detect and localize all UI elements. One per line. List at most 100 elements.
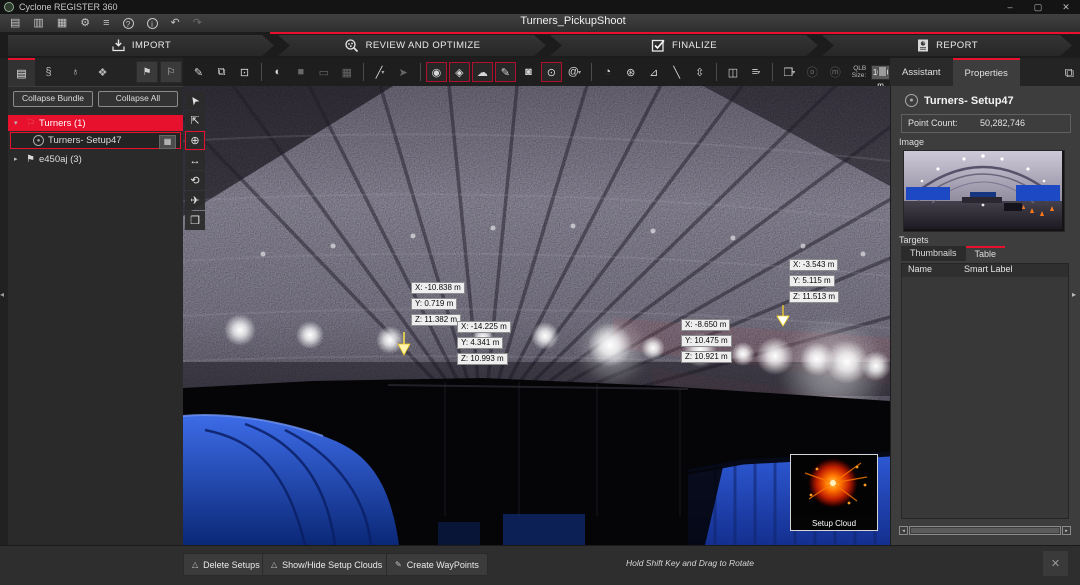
tab-thumbnails[interactable]: Thumbnails bbox=[901, 246, 966, 261]
bottom-action-bar: △ Delete Setups △ Show/Hide Setup Clouds… bbox=[0, 545, 1080, 585]
scrollbar-track[interactable] bbox=[909, 526, 1061, 535]
cube-original-button[interactable]: ⓞ bbox=[802, 62, 823, 82]
pick-point-button[interactable]: ➤ bbox=[393, 62, 414, 82]
create-waypoints-button[interactable]: ✎ Create WayPoints bbox=[386, 553, 488, 576]
bundle-view-button[interactable]: ⚑ bbox=[136, 61, 158, 83]
pan-tool[interactable]: ⊕ bbox=[185, 131, 205, 150]
tree-item-bundle-e450aj[interactable]: ▸ ⚑ e450aj (3) bbox=[8, 151, 183, 167]
zoom-region-button[interactable]: ⊡ bbox=[234, 62, 255, 82]
targets-table[interactable]: Name Smart Label bbox=[901, 263, 1069, 519]
slider-handle[interactable] bbox=[878, 67, 887, 76]
workflow-step-import[interactable]: IMPORT bbox=[8, 35, 274, 56]
grayscale-button[interactable]: ■ bbox=[290, 62, 311, 82]
column-name[interactable]: Name bbox=[902, 264, 964, 277]
save-project-icon[interactable]: ▥ bbox=[33, 15, 43, 31]
dropdown-caret-icon[interactable]: ▾ bbox=[578, 69, 581, 76]
panorama-view-button[interactable]: ▭ bbox=[313, 62, 334, 82]
scroll-right-button[interactable]: ▸ bbox=[1062, 526, 1071, 535]
tab-project-explorer[interactable]: ▤ bbox=[8, 58, 35, 86]
scrollbar-thumb[interactable] bbox=[911, 528, 1059, 533]
expand-right-panel-arrow[interactable]: ▸ bbox=[1072, 290, 1076, 299]
annotate-tag-button[interactable]: ✎ bbox=[188, 62, 209, 82]
tab-sites[interactable]: ♁ bbox=[62, 58, 89, 86]
tree-item-setup47-selected[interactable]: ● Turners- Setup47 ▦ bbox=[10, 132, 181, 149]
pano-cube-button[interactable]: ◫ bbox=[722, 62, 743, 82]
layout-panels-icon[interactable]: ⧉ bbox=[1065, 65, 1074, 81]
view-cube-button[interactable]: ❒▾ bbox=[779, 62, 800, 82]
measurement-label[interactable]: X: -3.543 mY: 5.115 mZ: 11.513 m bbox=[789, 259, 839, 307]
close-button[interactable]: ✕ bbox=[1052, 0, 1080, 14]
settings-gear-icon[interactable]: ⚙ bbox=[80, 15, 90, 31]
workflow-step-review[interactable]: REVIEW AND OPTIMIZE bbox=[278, 35, 546, 56]
links-menu-button[interactable]: @▾ bbox=[564, 62, 585, 82]
cube-view-tool[interactable]: ❒ bbox=[185, 211, 205, 230]
add-target-button[interactable]: ⊛ bbox=[620, 62, 641, 82]
colorize-button[interactable]: ◐ bbox=[267, 62, 288, 82]
storage-icon[interactable]: ≡ bbox=[103, 15, 109, 31]
horizontal-scrollbar[interactable]: ◂ ▸ bbox=[899, 526, 1071, 535]
properties-panel: ● Turners- Setup47 Point Count: 50,282,7… bbox=[890, 86, 1080, 545]
look-around-tool[interactable]: ⟲ bbox=[185, 171, 205, 190]
select-points-tool[interactable]: ⇱ bbox=[185, 111, 205, 130]
tree-item-bundle-turners[interactable]: ▾ ⚑ Turners (1) bbox=[8, 115, 183, 131]
expand-caret-icon[interactable]: ▾ bbox=[14, 119, 22, 127]
delete-setups-button[interactable]: △ Delete Setups bbox=[183, 553, 269, 576]
dropdown-caret-icon[interactable]: ▾ bbox=[381, 69, 384, 76]
measure-button[interactable]: ╱▾ bbox=[370, 62, 391, 82]
collapse-all-button[interactable]: Collapse All bbox=[98, 91, 178, 107]
collapse-bundle-button[interactable]: Collapse Bundle bbox=[13, 91, 93, 107]
tab-assistant[interactable]: Assistant bbox=[890, 58, 953, 86]
tab-table[interactable]: Table bbox=[966, 246, 1006, 261]
viewport-toolbar: ✎ ⧉ ⊡ ◐ ■ ▭ ▦ ╱▾ ➤ ◉ ◈ ☁ ✎ ◙ ⊙ @▾ ◔ ⊛ ⊿ … bbox=[183, 58, 890, 86]
measurement-label[interactable]: X: -8.650 mY: 10.475 mZ: 10.921 m bbox=[681, 319, 732, 367]
info-icon[interactable]: i bbox=[147, 18, 158, 29]
elevation-button[interactable]: ⇳ bbox=[689, 62, 710, 82]
panorama-image[interactable] bbox=[903, 150, 1065, 232]
measurement-label[interactable]: X: -14.225 mY: 4.341 mZ: 10.993 m bbox=[457, 321, 511, 369]
undo-icon[interactable]: ↶ bbox=[171, 15, 180, 31]
tab-properties[interactable]: Properties bbox=[953, 58, 1020, 86]
image-view-button[interactable]: ▦ bbox=[336, 62, 357, 82]
show-hide-setup-clouds-button[interactable]: △ Show/Hide Setup Clouds bbox=[262, 553, 391, 576]
show-targets-toggle[interactable]: ◉ bbox=[426, 62, 447, 82]
setup-cloud-thumbnail[interactable]: Setup Cloud bbox=[790, 454, 878, 531]
maximize-button[interactable]: ▢ bbox=[1024, 0, 1052, 14]
qlb-size-slider[interactable]: 10.0 m bbox=[871, 65, 890, 80]
setup-image-badge[interactable]: ▦ bbox=[159, 135, 176, 149]
workflow-step-finalize[interactable]: FINALIZE bbox=[550, 35, 818, 56]
show-clouds-toggle[interactable]: ☁ bbox=[472, 62, 493, 82]
bundle-alt-view-button[interactable]: ⚐ bbox=[160, 61, 182, 83]
workflow-step-report[interactable]: REPORT bbox=[822, 35, 1072, 56]
cloud-split-button[interactable]: ◔ bbox=[597, 62, 618, 82]
column-smart-label[interactable]: Smart Label bbox=[964, 264, 1013, 277]
tab-assets[interactable]: ❖ bbox=[89, 58, 116, 86]
zoom-fit-tool[interactable]: ↔ bbox=[185, 151, 205, 170]
list-menu-button[interactable]: ≡▾ bbox=[745, 62, 766, 82]
fit-width-icon: ↔ bbox=[190, 155, 201, 167]
help-icon[interactable]: ? bbox=[123, 18, 134, 29]
show-images-toggle[interactable]: ◙ bbox=[518, 62, 539, 82]
point-cloud-scene[interactable] bbox=[183, 86, 890, 545]
scroll-left-button[interactable]: ◂ bbox=[899, 526, 908, 535]
show-annotations-toggle[interactable]: ✎ bbox=[495, 62, 516, 82]
minimize-button[interactable]: – bbox=[996, 0, 1024, 14]
finalize-icon bbox=[651, 38, 666, 53]
draw-line-button[interactable]: ╲ bbox=[666, 62, 687, 82]
duplicate-button[interactable]: ⧉ bbox=[211, 62, 232, 82]
dismiss-hint-button[interactable]: ✕ bbox=[1043, 551, 1068, 576]
fly-tool[interactable]: ✈ bbox=[185, 191, 205, 210]
fly-icon: ✈ bbox=[190, 194, 199, 207]
collapse-left-panel-arrow[interactable]: ◂ bbox=[0, 290, 4, 299]
dropdown-caret-icon[interactable]: ▾ bbox=[757, 69, 760, 76]
collapsed-caret-icon[interactable]: ▸ bbox=[14, 155, 22, 163]
point-cloud-viewport[interactable]: ➤ ⇱ ⊕ ↔ ⟲ ✈ ❒ X: -10.838 mY: 0.719 mZ: 1… bbox=[183, 86, 890, 545]
archive-icon[interactable]: ▦ bbox=[57, 15, 67, 31]
show-labels-toggle[interactable]: ◈ bbox=[449, 62, 470, 82]
open-project-icon[interactable]: ▤ bbox=[10, 15, 20, 31]
cube-model-button[interactable]: ⓜ bbox=[825, 62, 846, 82]
show-waypoints-toggle[interactable]: ⊙ bbox=[541, 62, 562, 82]
axes-button[interactable]: ⊿ bbox=[643, 62, 664, 82]
tab-attachments[interactable]: § bbox=[35, 58, 62, 86]
select-tool[interactable]: ➤ bbox=[185, 91, 205, 110]
dropdown-caret-icon[interactable]: ▾ bbox=[792, 69, 795, 76]
